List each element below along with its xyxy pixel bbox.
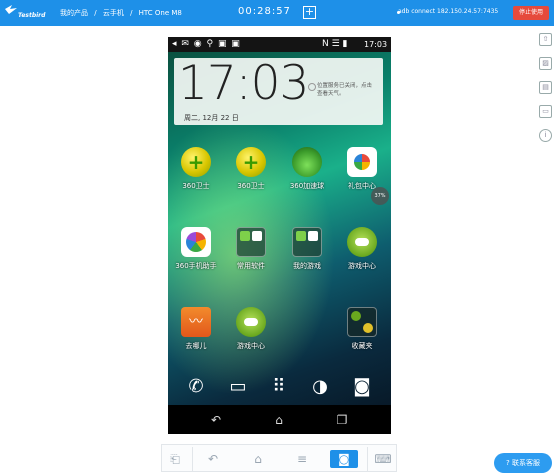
clock-date: 周二, 12月 22 日 [184,114,239,122]
phone-helper-icon [181,227,211,257]
logo-text: Testbird [18,12,46,19]
game-center-icon [236,307,266,337]
session-timer: 00:28:57 [238,6,291,17]
360-guard-icon [181,147,211,177]
folder-my-games[interactable]: 我的游戏 [279,227,335,271]
gift-center-icon [347,147,377,177]
stop-button[interactable]: 停止使用 [513,6,549,20]
app-label: 我的游戏 [293,262,321,270]
dock: ✆ ▭ ⠿ ◑ ◙ [168,369,391,405]
game-center-icon [347,227,377,257]
travel-icon: 〰 [181,307,211,337]
upload-icon[interactable]: ⇧ [539,33,552,46]
folder-collection[interactable]: 收藏夹 [334,307,390,351]
bottom-control-bar: ⎗ ↶ ⌂ ≡ ◙ ⌨ [161,444,397,472]
status-bar: ◂ ✉ ◉ ⚲ ▣ ▣ N ☰ ▮ 17:03 [168,37,391,52]
app-360-guard[interactable]: 360卫士 [168,147,224,191]
app-qunar[interactable]: 〰 去哪儿 [168,307,224,351]
plus-icon[interactable]: + [303,6,316,19]
bird-icon [5,5,17,14]
app-label: 360卫士 [237,182,265,190]
weather-text: 位置服务已关闭，点击查看天气。 [317,83,373,97]
navigation-bar: ↶ ⌂ ❐ [168,405,391,434]
360-guard-icon [236,147,266,177]
browser-icon[interactable]: ◑ [306,373,334,401]
menu-icon[interactable]: ≡ [293,450,311,468]
breadcrumb: 我的产品 / 云手机 / HTC One M8 [60,8,186,18]
speed-badge[interactable]: 37% [371,187,389,205]
folder-icon [236,227,266,257]
service-label: 联系客服 [511,459,540,467]
status-system-icons: N ☰ ▮ [322,39,348,49]
breadcrumb-device: HTC One M8 [138,9,182,17]
location-icon [308,83,316,91]
clock-time: 17:03 [178,56,309,111]
app-game-center-2[interactable]: 游戏中心 [223,307,279,351]
breadcrumb-separator: / [130,9,133,17]
app-label: 360手机助手 [175,262,217,270]
rotate-icon[interactable]: ⎗ [166,450,184,468]
home-icon[interactable]: ⌂ [269,412,289,428]
status-time: 17:03 [364,40,388,49]
info-icon[interactable]: i [539,129,552,142]
app-game-center[interactable]: 游戏中心 [334,227,390,271]
divider [192,447,193,471]
screenshot-button[interactable]: ◙ [330,450,358,468]
status-notification-icons: ◂ ✉ ◉ ⚲ ▣ ▣ [172,39,241,49]
app-360-guard-2[interactable]: 360卫士 [223,147,279,191]
top-bar: Testbird 我的产品 / 云手机 / HTC One M8 00:28:5… [0,0,554,26]
app-label: 收藏夹 [351,342,373,350]
panel-icon[interactable]: ▭ [539,105,552,118]
apps-grid-icon[interactable]: ⠿ [265,373,293,401]
app-speed-ball[interactable]: 360加速球 [279,147,335,191]
camera-icon[interactable]: ◙ [348,373,376,401]
app-label: 360卫士 [182,182,210,190]
window-icon[interactable]: ▤ [539,81,552,94]
phone-screen[interactable]: ◂ ✉ ◉ ⚲ ▣ ▣ N ☰ ▮ 17:03 17:03 周二, 12月 22… [168,37,391,434]
app-label: 游戏中心 [348,262,376,270]
divider [367,447,368,471]
contact-service-button[interactable]: ? 联系客服 [494,453,552,473]
app-gift-center[interactable]: 礼包中心 [334,147,390,191]
back-icon[interactable]: ↶ [206,412,226,428]
keyboard-icon[interactable]: ⌨ [374,450,392,468]
folder-icon [292,227,322,257]
app-label: 去哪儿 [185,342,207,350]
breadcrumb-my-products[interactable]: 我的产品 [60,9,88,17]
collection-icon [347,307,377,337]
phone-icon[interactable]: ✆ [182,373,210,401]
recents-icon[interactable]: ❐ [332,412,352,428]
adb-connect-text: adb connect 182.150.24.57:7435 [398,8,499,15]
app-phone-helper[interactable]: 360手机助手 [168,227,224,271]
folder-common-apps[interactable]: 常用软件 [223,227,279,271]
messages-icon[interactable]: ▭ [224,373,252,401]
app-label: 游戏中心 [237,342,265,350]
back-icon[interactable]: ↶ [204,450,222,468]
testbird-logo[interactable]: Testbird [4,3,48,23]
app-label: 常用软件 [237,262,265,270]
speed-ball-icon [292,147,322,177]
service-icon: ? [506,459,510,467]
screenshot-icon[interactable]: ▨ [539,57,552,70]
home-icon[interactable]: ⌂ [249,450,267,468]
breadcrumb-separator: / [94,9,97,17]
app-label: 360加速球 [289,182,325,190]
breadcrumb-cloud-phone[interactable]: 云手机 [103,9,124,17]
clock-widget[interactable]: 17:03 周二, 12月 22 日 位置服务已关闭，点击查看天气。 [174,56,383,125]
